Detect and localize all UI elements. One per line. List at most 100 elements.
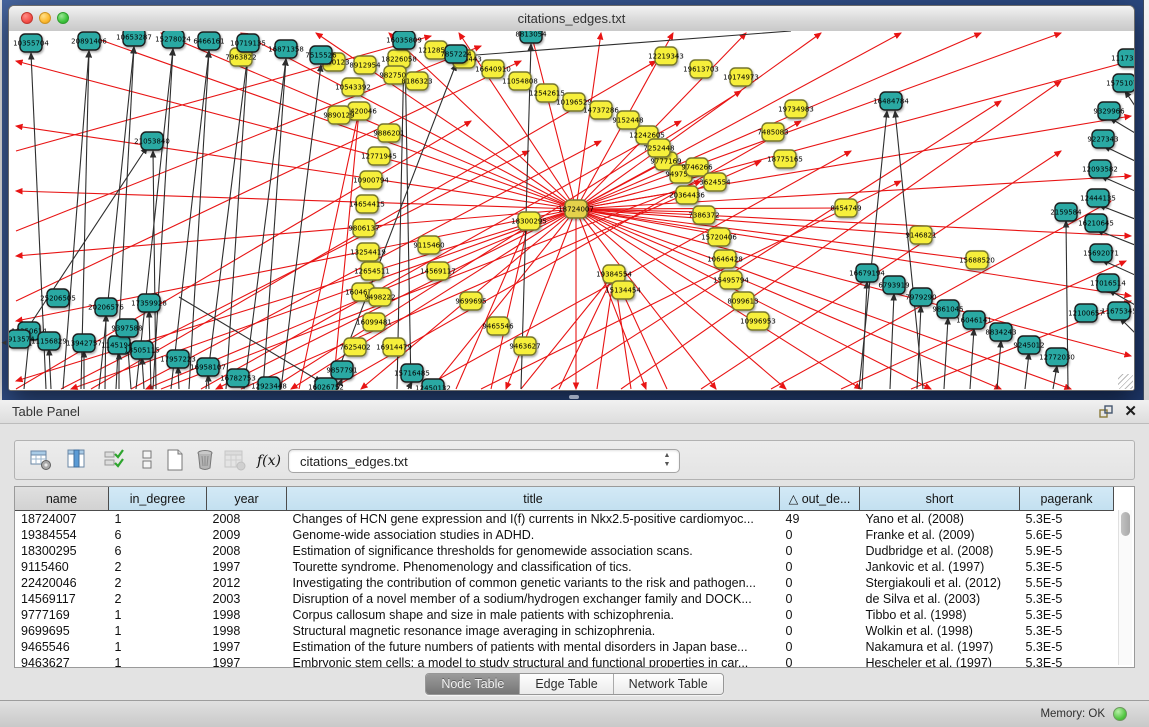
graph-node[interactable]: 12923448 <box>251 377 287 391</box>
table-cell[interactable]: 9777169 <box>15 607 109 623</box>
graph-node[interactable]: 10900794 <box>353 171 389 189</box>
table-cell[interactable]: Dudbridge et al. (2008) <box>860 543 1020 559</box>
tab-node-table[interactable]: Node Table <box>426 674 520 694</box>
table-cell[interactable]: Genome-wide association studies in ADHD. <box>287 527 780 543</box>
table-cell[interactable]: 0 <box>780 559 860 575</box>
table-cell[interactable]: 5.3E-5 <box>1020 607 1114 623</box>
function-builder-icon[interactable]: f(x) <box>255 448 279 472</box>
table-row[interactable]: 977716911998Corpus callosum shape and si… <box>15 607 1114 623</box>
graph-node[interactable]: 15495794 <box>713 271 749 289</box>
scrollbar-thumb[interactable] <box>1121 512 1130 536</box>
graph-node[interactable]: 8454749 <box>830 199 861 217</box>
table-cell[interactable]: Estimation of the future numbers of pati… <box>287 639 780 655</box>
table-cell[interactable]: Disruption of a novel member of a sodium… <box>287 591 780 607</box>
create-table-icon[interactable] <box>163 448 187 472</box>
table-row[interactable]: 911546021997Tourette syndrome. Phenomeno… <box>15 559 1114 575</box>
graph-node[interactable]: 11054808 <box>502 72 538 90</box>
table-row[interactable]: 1938455462009Genome-wide association stu… <box>15 527 1114 543</box>
network-table-selector[interactable]: citations_edges.txt ▲▼ <box>288 449 680 473</box>
graph-node[interactable]: 9465546 <box>482 317 514 335</box>
table-cell[interactable]: 9115460 <box>15 559 109 575</box>
table-cell[interactable]: 2 <box>109 591 207 607</box>
table-cell[interactable]: 9699695 <box>15 623 109 639</box>
table-cell[interactable]: 5.3E-5 <box>1020 559 1114 575</box>
delete-table-icon[interactable] <box>193 448 217 472</box>
table-cell[interactable]: 6 <box>109 527 207 543</box>
table-cell[interactable]: 0 <box>780 639 860 655</box>
table-scrollbar[interactable] <box>1118 510 1132 665</box>
graph-node[interactable]: 7386372 <box>688 206 719 224</box>
table-cell[interactable]: 5.3E-5 <box>1020 623 1114 639</box>
graph-node[interactable]: 19734983 <box>778 100 814 118</box>
graph-node[interactable]: 9115460 <box>413 236 444 254</box>
table-cell[interactable]: 19384554 <box>15 527 109 543</box>
graph-node[interactable]: 21053840 <box>134 132 170 150</box>
network-canvas[interactable]: 1872400718300295193845541513445497771699… <box>9 31 1134 390</box>
table-cell[interactable]: Changes of HCN gene expression and I(f) … <box>287 511 780 528</box>
graph-node[interactable]: 11173106 <box>1111 49 1135 67</box>
table-cell[interactable]: 2009 <box>207 527 287 543</box>
table-cell[interactable]: 22420046 <box>15 575 109 591</box>
table-cell[interactable]: 1998 <box>207 607 287 623</box>
table-cell[interactable]: 9465546 <box>15 639 109 655</box>
graph-node[interactable]: 12771945 <box>361 147 397 165</box>
graph-node[interactable]: 8186323 <box>401 72 432 90</box>
graph-node[interactable]: 10355704 <box>13 34 49 52</box>
graph-node[interactable]: 9463627 <box>509 337 540 355</box>
graph-node[interactable]: 16035809 <box>386 31 422 49</box>
graph-node[interactable]: 9886201 <box>373 124 404 142</box>
table-row[interactable]: 946362711997Embryonic stem cells: a mode… <box>15 655 1114 668</box>
table-cell[interactable]: Hescheler et al. (1997) <box>860 655 1020 668</box>
graph-node[interactable]: 11675345 <box>1101 302 1135 320</box>
table-row[interactable]: 1830029562008Estimation of significance … <box>15 543 1114 559</box>
table-cell[interactable]: 2 <box>109 575 207 591</box>
resize-grip[interactable] <box>1118 374 1133 389</box>
table-cell[interactable]: Tibbo et al. (1998) <box>860 607 1020 623</box>
graph-node[interactable]: 10653287 <box>116 31 152 46</box>
table-cell[interactable]: de Silva et al. (2003) <box>860 591 1020 607</box>
graph-node[interactable]: 12772030 <box>1039 348 1075 366</box>
table-cell[interactable]: Tourette syndrome. Phenomenology and cla… <box>287 559 780 575</box>
table-cell[interactable]: 0 <box>780 591 860 607</box>
table-options-icon[interactable] <box>29 448 53 472</box>
tab-network-table[interactable]: Network Table <box>614 674 723 694</box>
selection-mode-icon[interactable] <box>103 448 127 472</box>
table-cell[interactable]: Stergiakouli et al. (2012) <box>860 575 1020 591</box>
graph-node[interactable]: 10174973 <box>723 68 759 86</box>
tab-edge-table[interactable]: Edge Table <box>520 674 613 694</box>
table-cell[interactable]: 0 <box>780 655 860 668</box>
graph-node[interactable]: 10996953 <box>740 312 776 330</box>
table-cell[interactable]: Wolkin et al. (1998) <box>860 623 1020 639</box>
table-row[interactable]: 969969511998Structural magnetic resonanc… <box>15 623 1114 639</box>
table-cell[interactable]: 2008 <box>207 543 287 559</box>
graph-node[interactable]: 9890129 <box>323 106 354 124</box>
memory-status-indicator[interactable] <box>1113 707 1127 721</box>
graph-node[interactable]: 10646428 <box>707 250 743 268</box>
graph-node[interactable]: 18775165 <box>767 150 803 168</box>
table-cell[interactable]: 1 <box>109 623 207 639</box>
float-panel-icon[interactable] <box>1098 404 1113 419</box>
split-divider-handle[interactable] <box>569 395 579 399</box>
table-cell[interactable]: 1997 <box>207 559 287 575</box>
table-cell[interactable]: 5.3E-5 <box>1020 591 1114 607</box>
close-panel-icon[interactable]: ✕ <box>1124 402 1137 420</box>
table-row[interactable]: 1456911722003Disruption of a novel membe… <box>15 591 1114 607</box>
graph-node[interactable]: 9861045 <box>932 300 963 318</box>
table-cell[interactable]: Investigating the contribution of common… <box>287 575 780 591</box>
graph-node[interactable]: 13942757 <box>66 334 102 352</box>
graph-node[interactable]: 7625402 <box>339 338 370 356</box>
table-cell[interactable]: Embryonic stem cells: a model to study s… <box>287 655 780 668</box>
column-header-name[interactable]: name <box>15 487 109 511</box>
column-header-title[interactable]: title <box>287 487 780 511</box>
graph-node[interactable]: 16914479 <box>376 338 412 356</box>
table-cell[interactable]: 5.3E-5 <box>1020 511 1114 528</box>
table-cell[interactable]: 2012 <box>207 575 287 591</box>
graph-node[interactable]: 10543392 <box>335 78 371 96</box>
graph-node[interactable]: 13254419 <box>350 243 386 261</box>
table-cell[interactable]: 18300295 <box>15 543 109 559</box>
table-cell[interactable]: 5.6E-5 <box>1020 527 1114 543</box>
column-header-in_degree[interactable]: in_degree <box>109 487 207 511</box>
graph-node[interactable]: 8912954 <box>349 56 381 74</box>
graph-node[interactable]: 16871358 <box>268 40 304 58</box>
graph-node[interactable]: 16026752 <box>308 378 344 391</box>
